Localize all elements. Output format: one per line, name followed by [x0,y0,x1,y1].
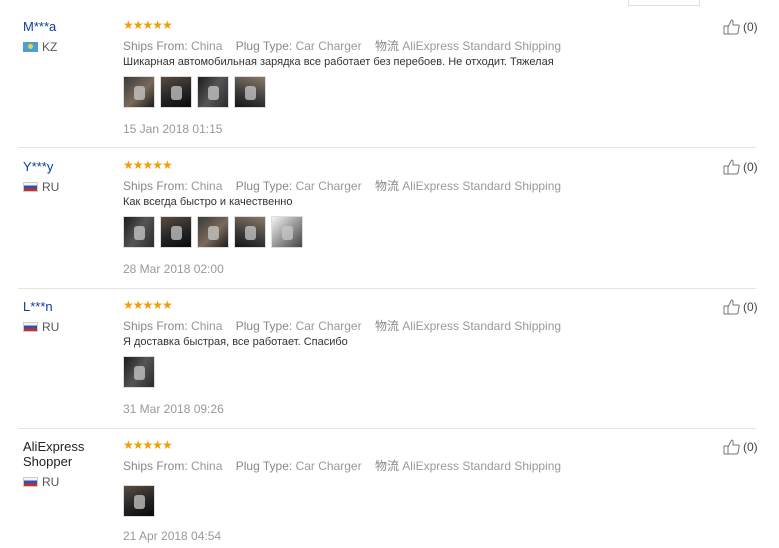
plug-type-label: Plug Type: [235,319,293,333]
reviewer-country: RU [23,320,59,334]
review-photos [123,216,303,248]
ships-from-value: China [191,39,223,53]
reviewer-name[interactable]: M***a [23,19,103,34]
review-text: Шикарная автомобильная зарядка все работ… [123,56,554,68]
review-item: L***n RU ★★★★★ Ships From: China Plug Ty… [0,299,779,424]
thumbs-up-icon [723,19,740,35]
reviewer-country: KZ [23,40,57,54]
review-date: 15 Jan 2018 01:15 [123,122,223,136]
kz-flag-icon [23,42,38,52]
review-photos [123,76,266,108]
useful-count: (0) [743,20,758,34]
review-photo-thumbnail[interactable] [123,76,155,108]
shipping-value: AliExpress Standard Shipping [402,179,562,193]
review-photo-thumbnail[interactable] [197,76,229,108]
reviewer-country: RU [23,180,59,194]
review-item: Y***y RU ★★★★★ Ships From: China Plug Ty… [0,159,779,284]
ships-from-label: Ships From: [123,319,188,333]
review-photos [123,356,155,388]
review-photo-thumbnail[interactable] [160,216,192,248]
review-photo-thumbnail[interactable] [123,216,155,248]
shipping-label: 物流 [374,179,399,193]
reviewer-country: RU [23,475,59,489]
useful-count: (0) [743,160,758,174]
useful-count: (0) [743,300,758,314]
plug-type-label: Plug Type: [235,179,293,193]
ships-from-label: Ships From: [123,179,188,193]
country-code: RU [42,475,60,489]
review-text: Как всегда быстро и качественно [123,196,293,208]
review-divider [18,288,756,289]
review-photo-thumbnail[interactable] [197,216,229,248]
review-item: M***a KZ ★★★★★ Ships From: China Plug Ty… [0,19,779,144]
thumbs-up-icon [723,439,740,455]
ships-from-label: Ships From: [123,459,188,473]
review-date: 21 Apr 2018 04:54 [123,529,222,543]
top-control-edge [628,0,700,6]
review-divider [18,147,756,148]
review-date: 31 Mar 2018 09:26 [123,402,224,416]
review-photo-thumbnail[interactable] [234,216,266,248]
plug-type-value: Car Charger [295,459,362,473]
thumbs-up-icon [723,299,740,315]
ru-flag-icon [23,322,38,332]
order-properties: Ships From: China Plug Type: Car Charger… [123,177,571,194]
ships-from-value: China [191,459,223,473]
review-date: 28 Mar 2018 02:00 [123,262,224,276]
ships-from-value: China [191,319,223,333]
plug-type-label: Plug Type: [235,459,293,473]
shipping-label: 物流 [374,459,399,473]
reviewer-name[interactable]: Y***y [23,159,103,174]
country-code: KZ [42,40,58,54]
review-photo-thumbnail[interactable] [234,76,266,108]
review-photo-thumbnail[interactable] [271,216,303,248]
review-item: AliExpress Shopper RU ★★★★★ Ships From: … [0,439,779,548]
review-photos [123,485,155,517]
shipping-value: AliExpress Standard Shipping [402,459,562,473]
star-rating: ★★★★★ [123,298,173,312]
star-rating: ★★★★★ [123,18,173,32]
useful-button[interactable]: (0) [723,299,758,315]
ru-flag-icon [23,182,38,192]
useful-button[interactable]: (0) [723,19,758,35]
country-code: RU [42,320,60,334]
useful-button[interactable]: (0) [723,439,758,455]
reviewer-name[interactable]: L***n [23,299,103,314]
order-properties: Ships From: China Plug Type: Car Charger… [123,317,571,334]
shipping-value: AliExpress Standard Shipping [402,319,562,333]
review-photo-thumbnail[interactable] [160,76,192,108]
thumbs-up-icon [723,159,740,175]
review-photo-thumbnail[interactable] [123,485,155,517]
useful-count: (0) [743,440,758,454]
ships-from-value: China [191,179,223,193]
plug-type-value: Car Charger [295,179,362,193]
plug-type-label: Plug Type: [235,39,293,53]
review-text: Я доставка быстрая, все работает. Спасиб… [123,336,348,348]
star-rating: ★★★★★ [123,158,173,172]
shipping-label: 物流 [374,39,399,53]
shipping-label: 物流 [374,319,399,333]
shipping-value: AliExpress Standard Shipping [402,39,562,53]
star-rating: ★★★★★ [123,438,173,452]
reviewer-name[interactable]: AliExpress Shopper [23,439,93,469]
order-properties: Ships From: China Plug Type: Car Charger… [123,37,571,54]
review-divider [18,428,756,429]
plug-type-value: Car Charger [295,39,362,53]
country-code: RU [42,180,60,194]
ships-from-label: Ships From: [123,39,188,53]
order-properties: Ships From: China Plug Type: Car Charger… [123,457,571,474]
ru-flag-icon [23,477,38,487]
review-photo-thumbnail[interactable] [123,356,155,388]
useful-button[interactable]: (0) [723,159,758,175]
plug-type-value: Car Charger [295,319,362,333]
